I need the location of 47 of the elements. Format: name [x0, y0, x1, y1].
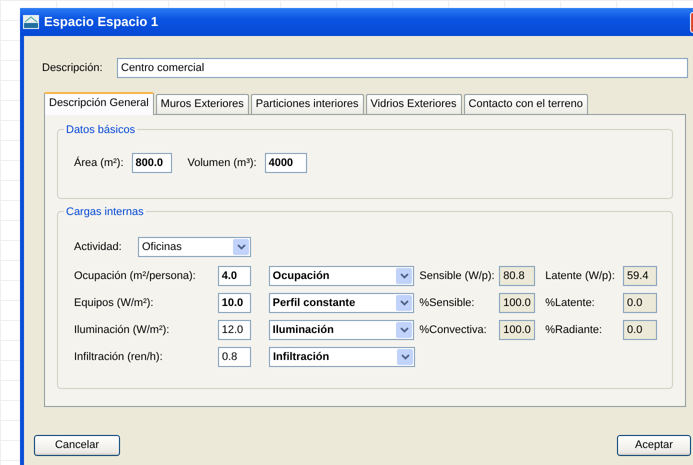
number-field[interactable]: 4.0	[218, 266, 251, 286]
field-label: Latente (W/p):	[545, 268, 616, 284]
tab[interactable]: Vidrios Exteriores	[366, 94, 462, 114]
group-title: Cargas internas	[64, 204, 146, 220]
field-label: Sensible (W/p):	[419, 268, 496, 284]
number-field[interactable]: 4000	[264, 153, 307, 173]
readonly-field: 0.0	[623, 293, 657, 313]
number-field[interactable]: 10.0	[218, 293, 251, 313]
tab[interactable]: Muros Exteriores	[156, 94, 249, 114]
tab[interactable]: Particiones interiores	[250, 94, 364, 114]
field-label: %Latente:	[545, 296, 596, 311]
schedule-dropdown[interactable]: Infiltración	[269, 347, 415, 367]
field-label: Infiltración (ren/h):	[74, 350, 164, 365]
readonly-field: 0.0	[623, 320, 657, 340]
chevron-down-icon	[396, 268, 412, 284]
field-label: %Convectiva:	[419, 322, 488, 338]
chevron-down-icon	[233, 239, 249, 255]
readonly-field: 100.0	[499, 320, 536, 340]
tab[interactable]: Contacto con el terreno	[464, 94, 588, 114]
field-label: %Radiante:	[545, 322, 604, 338]
field-label: %Sensible:	[419, 296, 476, 311]
schedule-dropdown[interactable]: Perfil constante	[268, 293, 414, 313]
window-title: Espacio Espacio 1	[44, 13, 158, 32]
activity-dropdown[interactable]: Oficinas	[138, 237, 251, 257]
tab[interactable]: Descripción General	[44, 92, 154, 115]
field-label: Actividad:	[74, 240, 123, 255]
field-label: Área (m²):	[74, 156, 124, 171]
schedule-dropdown[interactable]: Ocupación	[268, 266, 414, 286]
readonly-field: 80.8	[499, 266, 536, 286]
field-label: Iluminación (W/m²):	[74, 322, 170, 338]
readonly-field: 100.0	[499, 293, 536, 313]
number-field[interactable]: 0.8	[218, 347, 251, 367]
description-field[interactable]: Centro comercial	[117, 58, 688, 78]
number-field[interactable]: 800.0	[132, 153, 172, 173]
chevron-down-icon	[397, 349, 413, 365]
field-label: Ocupación (m²/persona):	[74, 268, 197, 284]
field-label: Volumen (m³):	[188, 156, 257, 171]
number-field[interactable]: 12.0	[218, 320, 251, 340]
schedule-dropdown[interactable]: Iluminación	[268, 320, 414, 340]
field-label: Descripción:	[42, 60, 104, 76]
field-label: Equipos (W/m²):	[74, 296, 154, 311]
dialog-button[interactable]: Aceptar	[617, 435, 691, 456]
app-icon	[23, 15, 39, 29]
readonly-field: 59.4	[623, 266, 657, 286]
chevron-down-icon	[396, 322, 412, 338]
dialog-button[interactable]: Cancelar	[34, 435, 120, 456]
chevron-down-icon	[396, 295, 412, 311]
